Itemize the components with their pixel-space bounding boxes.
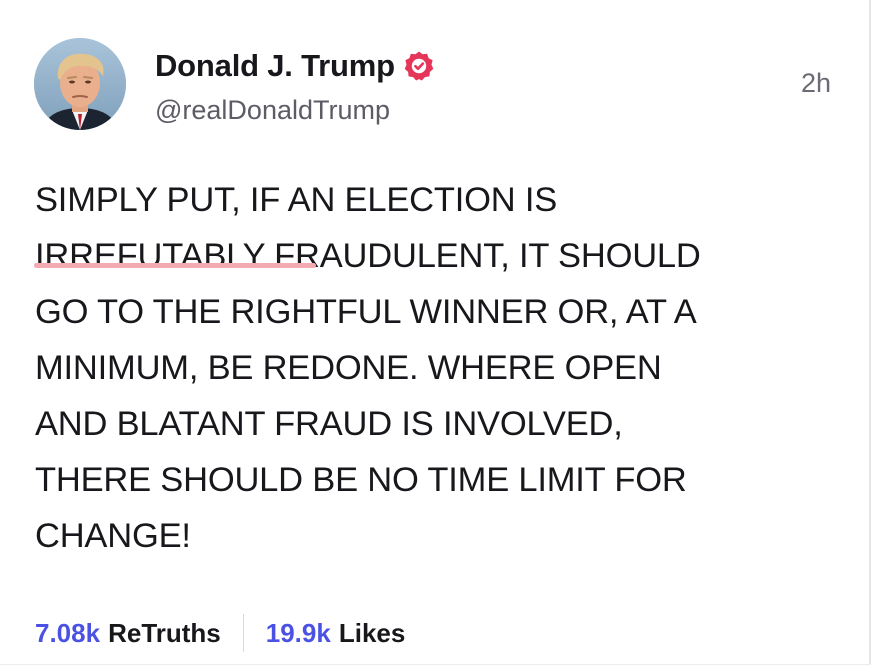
stats-divider	[242, 614, 244, 652]
author-display-name[interactable]: Donald J. Trump	[155, 48, 395, 84]
likes-stat[interactable]: 19.9k Likes	[266, 618, 406, 649]
post-body-line: THERE SHOULD BE NO TIME LIMIT FOR	[35, 461, 687, 499]
post-body-line: GO TO THE RIGHTFUL WINNER OR, AT A	[35, 293, 697, 331]
post-body-line: IRREFUTABLY FRAUDULENT, IT SHOULD	[35, 237, 701, 275]
post-card: Donald J. Trump @realDonaldTrump 2h SIMP…	[0, 0, 871, 665]
spellcheck-underline	[34, 263, 316, 268]
post-body-line: CHANGE!	[35, 517, 191, 555]
author-avatar[interactable]	[34, 38, 126, 130]
retruths-count: 7.08k	[35, 617, 101, 648]
post-body-line: MINIMUM, BE REDONE. WHERE OPEN	[35, 349, 662, 387]
post-stats: 7.08k ReTruths 19.9k Likes	[35, 613, 405, 653]
post-body-line: SIMPLY PUT, IF AN ELECTION IS	[35, 181, 558, 219]
retruths-stat[interactable]: 7.08k ReTruths	[35, 618, 221, 649]
post-body: SIMPLY PUT, IF AN ELECTION IS IRREFUTABL…	[35, 172, 835, 564]
avatar-portrait-icon	[34, 38, 126, 130]
likes-label: Likes	[338, 617, 406, 648]
post-timestamp[interactable]: 2h	[801, 68, 831, 99]
author-handle[interactable]: @realDonaldTrump	[155, 95, 390, 126]
retruths-label: ReTruths	[108, 617, 221, 648]
likes-count: 19.9k	[265, 617, 331, 648]
author-name-row: Donald J. Trump	[155, 46, 435, 86]
post-body-line: AND BLATANT FRAUD IS INVOLVED,	[35, 405, 623, 443]
verified-badge-icon	[403, 50, 435, 82]
